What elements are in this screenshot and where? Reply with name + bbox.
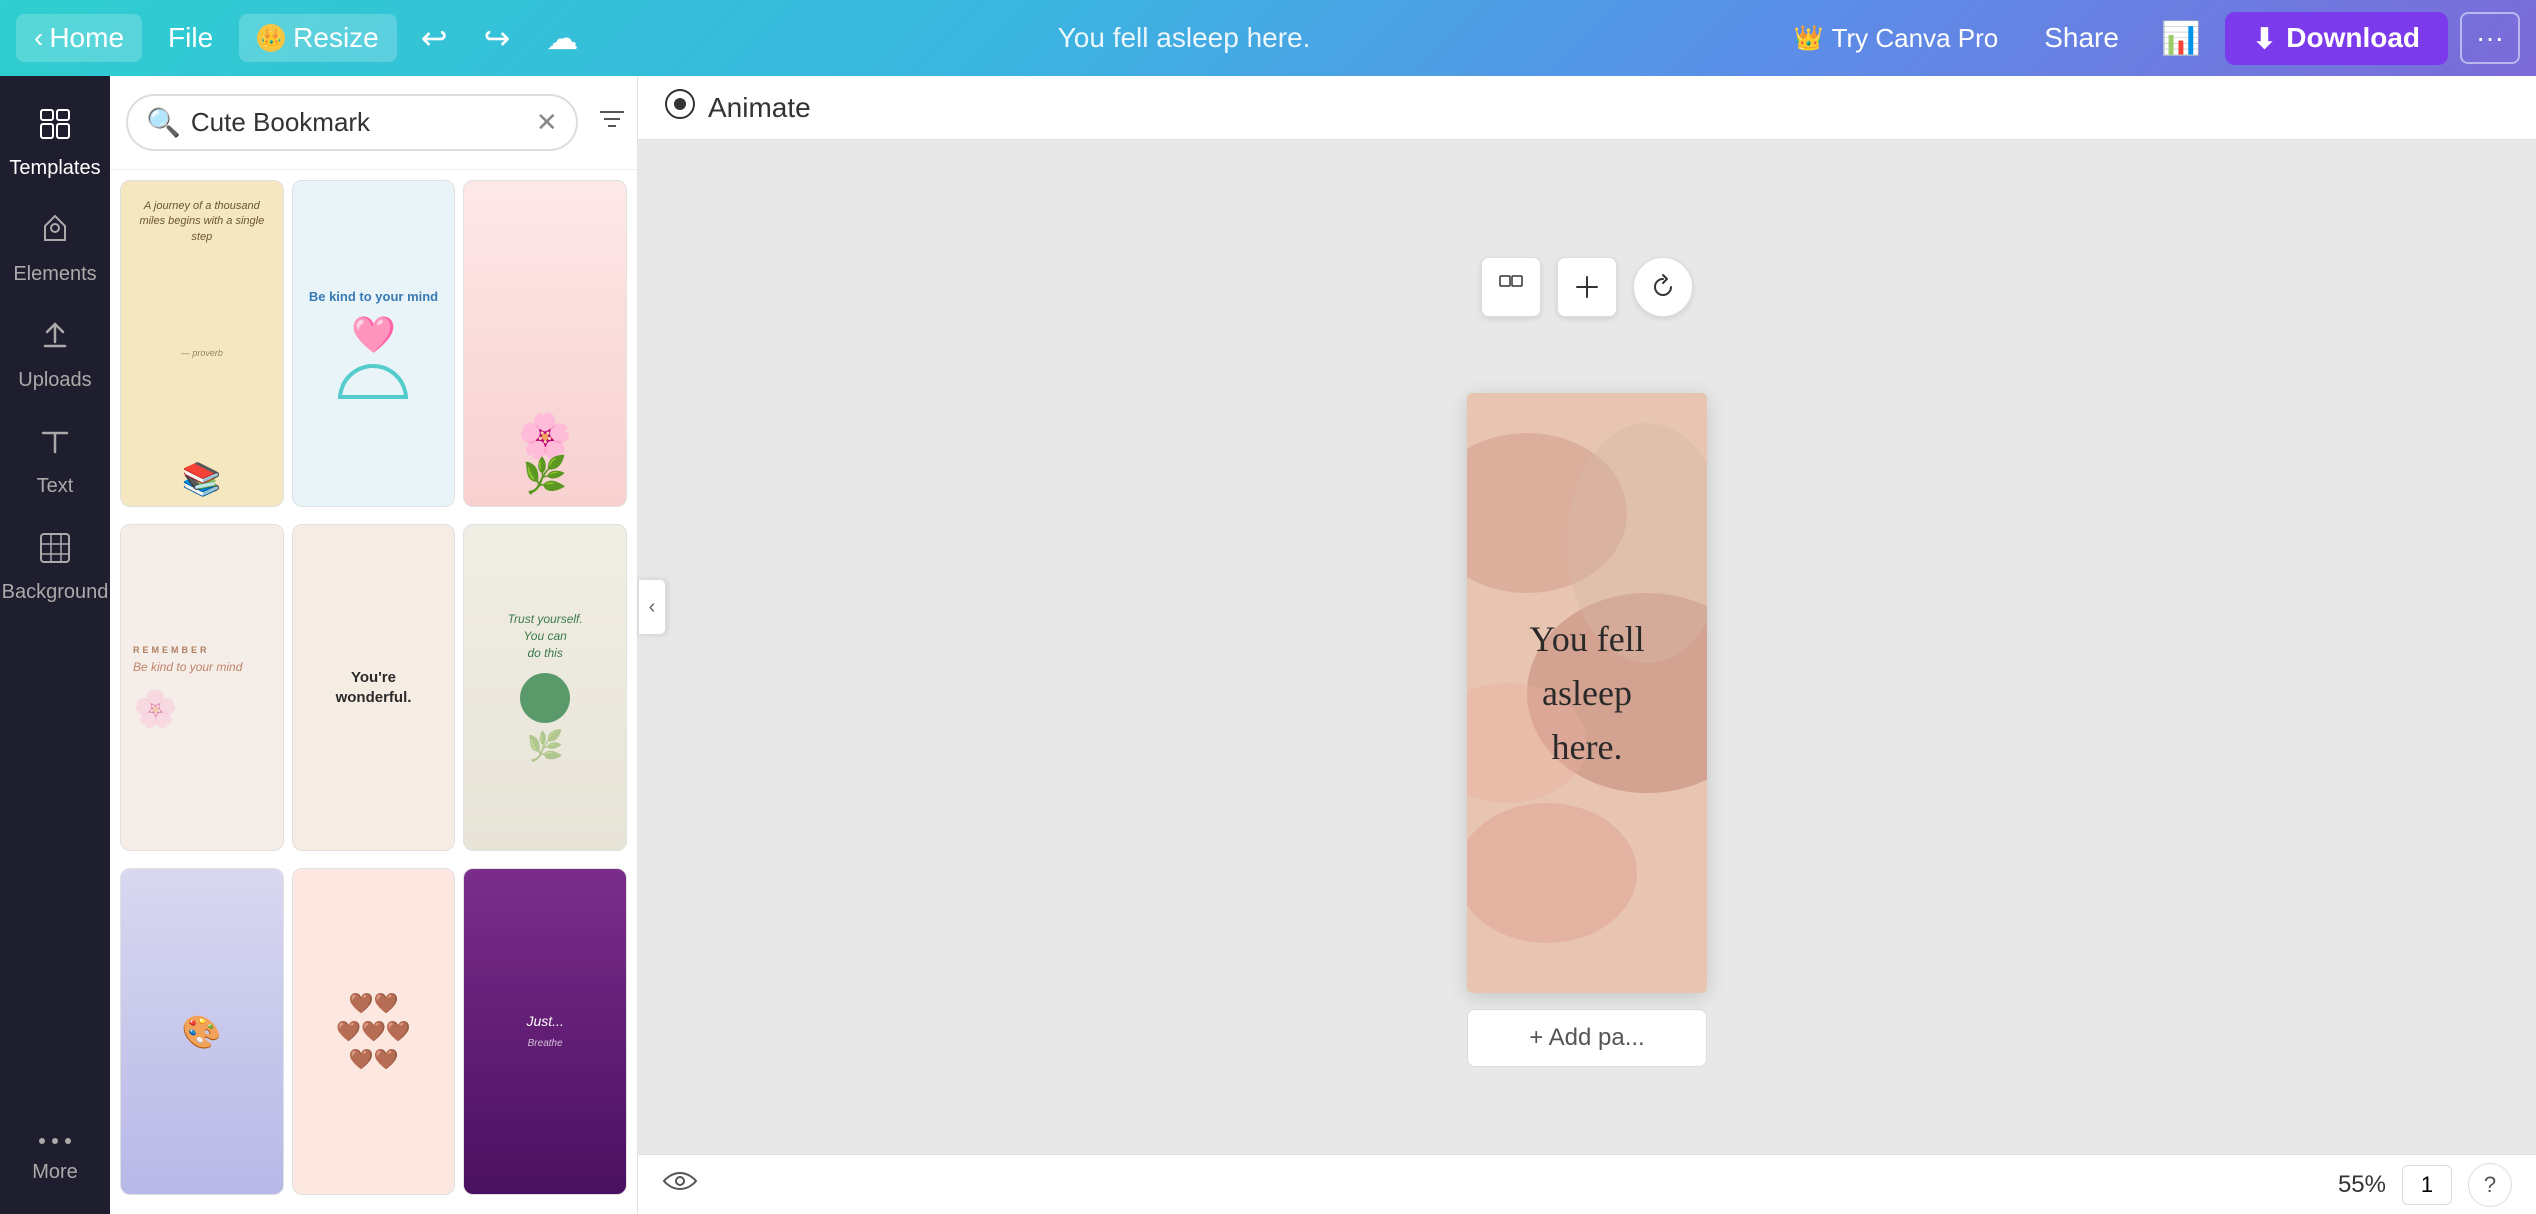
zoom-level: 55%	[2338, 1171, 2386, 1199]
share-label: Share	[2044, 22, 2119, 53]
add-element-button[interactable]	[1557, 257, 1617, 317]
resize-button[interactable]: 👑 Resize	[239, 14, 397, 62]
file-label: File	[168, 22, 213, 53]
template-card-7[interactable]: 🎨	[120, 868, 284, 1195]
template-card-6[interactable]: Trust yourself.You cando this 🌿	[463, 524, 627, 851]
document-title: You fell asleep here.	[602, 22, 1765, 54]
uploads-icon	[37, 318, 73, 363]
sidebar-item-more[interactable]: More	[22, 1099, 88, 1198]
bookmark-canvas[interactable]: You fell asleep here.	[1467, 393, 1707, 993]
page-number: 1	[2421, 1172, 2433, 1198]
sidebar-item-elements[interactable]: Elements	[0, 198, 110, 300]
undo-button[interactable]: ↩	[409, 11, 460, 65]
home-label: Home	[49, 22, 124, 54]
help-button[interactable]: ?	[2468, 1163, 2512, 1207]
sidebar-item-background[interactable]: Background	[0, 516, 110, 618]
canvas-workspace[interactable]: You fell asleep here. + Add pa...	[638, 140, 2536, 1154]
background-label: Background	[2, 581, 109, 604]
resize-label: Resize	[293, 22, 379, 54]
template-card-1[interactable]: A journey of a thousand miles begins wit…	[120, 180, 284, 507]
try-pro-label: Try Canva Pro	[1832, 23, 1999, 54]
animate-icon	[662, 86, 698, 129]
add-page-button[interactable]: + Add pa...	[1467, 1009, 1707, 1067]
share-button[interactable]: Share	[2026, 14, 2137, 62]
cloud-save-button[interactable]: ☁	[534, 11, 590, 65]
main-layout: Templates Elements Uploads	[0, 76, 2536, 1214]
refresh-button[interactable]	[1633, 257, 1693, 317]
try-pro-button[interactable]: 👑 Try Canva Pro	[1778, 15, 2015, 62]
templates-label: Templates	[9, 157, 100, 180]
sidebar-item-uploads[interactable]: Uploads	[0, 304, 110, 406]
background-icon	[37, 530, 73, 575]
bookmark-wrapper: You fell asleep here. + Add pa...	[1467, 257, 1707, 1067]
sidebar-item-templates[interactable]: Templates	[0, 92, 110, 194]
download-label: Download	[2286, 22, 2420, 54]
canvas-top-controls	[1481, 257, 1693, 317]
elements-label: Elements	[13, 263, 96, 286]
canvas-area: Animate	[638, 76, 2536, 1214]
text-icon	[37, 424, 73, 469]
crown-coin-icon: 👑	[257, 24, 285, 52]
show-pages-button[interactable]	[662, 1169, 698, 1200]
redo-button[interactable]: ↪	[472, 11, 523, 65]
template-card-8[interactable]: 🤎🤎🤎🤎🤎🤎🤎	[292, 868, 456, 1195]
chevron-left-icon: ‹	[34, 22, 43, 54]
more-options-button[interactable]: ···	[2460, 12, 2520, 64]
topnav: ‹ Home File 👑 Resize ↩ ↪ ☁ You fell asle…	[0, 0, 2536, 76]
bookmark-text: You fell asleep here.	[1487, 592, 1687, 794]
template-card-9[interactable]: Just...Breathe	[463, 868, 627, 1195]
search-icon: 🔍	[146, 106, 181, 139]
file-button[interactable]: File	[154, 14, 227, 62]
template-card-4[interactable]: REMEMBER Be kind to your mind 🌸	[120, 524, 284, 851]
elements-icon	[37, 212, 73, 257]
template-card-5[interactable]: You'rewonderful.	[292, 524, 456, 851]
templates-icon	[37, 106, 73, 151]
template-card-2[interactable]: Be kind to your mind 🩷	[292, 180, 456, 507]
crown-icon: 👑	[1794, 24, 1824, 53]
canvas-toolbar: Animate	[638, 76, 2536, 140]
clear-search-icon[interactable]: ✕	[536, 107, 558, 138]
download-button[interactable]: ⬇ Download	[2225, 12, 2448, 65]
filter-icon[interactable]	[588, 95, 636, 150]
frame-icon-button[interactable]	[1481, 257, 1541, 317]
panel-search-bar: 🔍 ✕	[110, 76, 637, 170]
home-button[interactable]: ‹ Home	[16, 14, 142, 62]
canvas-bottom-bar: 55% 1 ?	[638, 1154, 2536, 1214]
download-icon: ⬇	[2253, 22, 2276, 55]
left-sidebar: Templates Elements Uploads	[0, 76, 110, 1214]
analytics-button[interactable]: 📊	[2149, 11, 2213, 65]
search-box[interactable]: 🔍 ✕	[126, 94, 578, 151]
page-number-btn[interactable]: 1	[2402, 1165, 2452, 1205]
more-label: More	[32, 1161, 78, 1184]
templates-grid: A journey of a thousand miles begins wit…	[110, 170, 637, 1214]
template-card-3[interactable]: 🌸 🌿	[463, 180, 627, 507]
panel-hide-toggle[interactable]: ‹	[638, 579, 666, 635]
more-icon	[37, 1113, 73, 1155]
templates-panel: 🔍 ✕ A journey of a thousand miles begins…	[110, 76, 638, 1214]
sidebar-item-text[interactable]: Text	[0, 410, 110, 512]
zoom-controls: 55% 1 ?	[2338, 1163, 2512, 1207]
text-label: Text	[37, 475, 74, 498]
search-input[interactable]	[191, 107, 526, 138]
uploads-label: Uploads	[18, 369, 91, 392]
animate-label: Animate	[708, 92, 811, 124]
animate-button[interactable]: Animate	[662, 86, 811, 129]
